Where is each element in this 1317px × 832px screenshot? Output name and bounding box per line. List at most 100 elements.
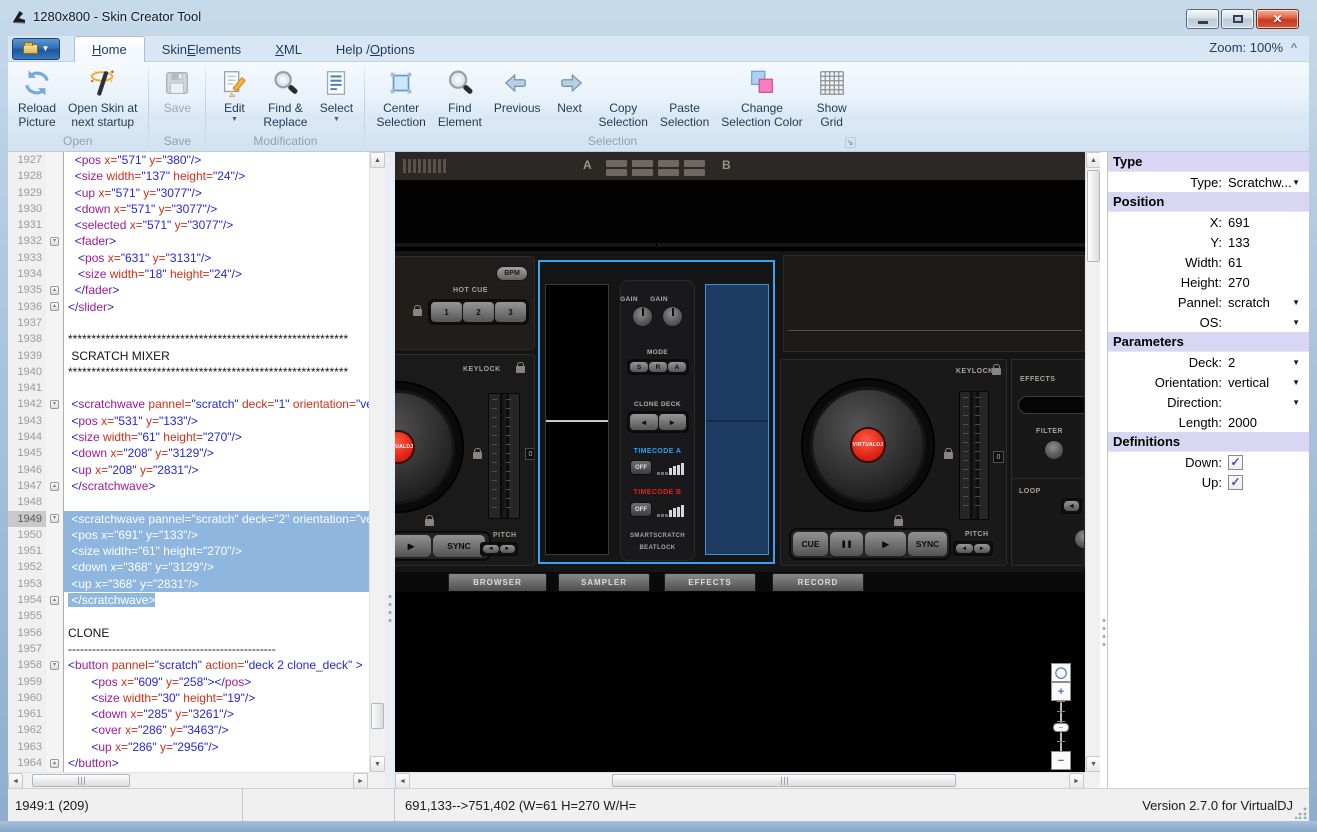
code-text[interactable]: <size width="61" height="270"/> [64, 543, 369, 560]
code-text[interactable]: <size width="18" height="24"/> [64, 266, 369, 282]
change-selection-color-button[interactable]: Change Selection Color [715, 64, 808, 129]
type-value[interactable]: Scratchw... [1228, 175, 1292, 190]
code-line[interactable]: 1928 <size width="137" height="24"/> [8, 168, 369, 185]
code-text[interactable]: <down x="571" y="3077"/> [64, 201, 369, 217]
editor-vertical-scrollbar[interactable]: ▲ ▼ [369, 152, 385, 772]
code-line[interactable]: 1940 ************************************… [8, 363, 369, 381]
center-selection-button[interactable]: Center Selection [370, 64, 431, 129]
code-text[interactable]: <size width="137" height="24"/> [64, 168, 369, 184]
tab-skin-elements[interactable]: Skin Elements [145, 36, 259, 62]
code-text[interactable] [64, 494, 369, 510]
code-text[interactable] [64, 315, 369, 331]
fold-marker-icon[interactable]: ▾ [50, 400, 59, 410]
code-text[interactable]: </scratchwave> [64, 592, 369, 608]
code-text[interactable]: <pos x="691" y="133"/> [64, 526, 369, 544]
editor-hscroll-thumb[interactable] [32, 774, 130, 787]
scroll-down-icon[interactable]: ▼ [1086, 756, 1101, 772]
fold-marker-icon[interactable]: ▴ [50, 595, 59, 605]
fold-marker-icon[interactable]: ▴ [50, 286, 59, 296]
fold-marker-icon[interactable]: ▴ [50, 481, 59, 491]
code-text[interactable]: <size width="61" height="270"/> [64, 429, 369, 445]
zoom-out-button[interactable]: − [1051, 751, 1071, 770]
code-line[interactable]: 1935 ▴ </fader> [8, 282, 369, 299]
minimize-button[interactable] [1186, 9, 1219, 29]
code-line[interactable]: 1950 <pos x="691" y="133"/> [8, 526, 369, 544]
scroll-left-icon[interactable]: ◄ [395, 773, 410, 789]
code-line[interactable]: 1955 [8, 608, 369, 625]
height-value[interactable]: 270 [1228, 275, 1250, 290]
code-text[interactable]: <down x="368" y="3129"/> [64, 559, 369, 576]
code-text[interactable]: <selected x="571" y="3077"/> [64, 217, 369, 233]
scroll-up-icon[interactable]: ▲ [1086, 152, 1101, 168]
select-button[interactable]: Select ▼ [313, 64, 359, 123]
down-checkbox[interactable]: ✓ [1228, 454, 1243, 470]
code-lines[interactable]: 1927 <pos x="571" y="380"/> 1928 <size wi… [8, 152, 369, 772]
code-text[interactable]: <fader> [64, 233, 369, 249]
code-line[interactable]: 1956 CLONE [8, 624, 369, 641]
tab-help-options[interactable]: Help / Options [319, 36, 432, 62]
code-text[interactable]: SCRATCH MIXER [64, 348, 369, 364]
code-line[interactable]: 1951 <size width="61" height="270"/> [8, 543, 369, 560]
code-text[interactable]: <down x="285" y="3261"/> [64, 706, 369, 722]
code-text[interactable]: <scratchwave pannel="scratch" deck="1" o… [64, 396, 369, 412]
code-text[interactable]: <up x="571" y="3077"/> [64, 185, 369, 201]
find-element-button[interactable]: Find Element [432, 64, 488, 129]
scroll-right-icon[interactable]: ► [1069, 773, 1084, 789]
fold-marker-icon[interactable]: ▾ [50, 660, 59, 670]
code-text[interactable]: </fader> [64, 282, 369, 298]
code-line[interactable]: 1934 <size width="18" height="24"/> [8, 266, 369, 283]
code-line[interactable]: 1937 [8, 314, 369, 332]
skin-preview-canvas[interactable]: A B BPM HOT CUE 1 2 3 KEYLOCK UALDJ 0 ▶ … [395, 152, 1085, 772]
code-line[interactable]: 1939 SCRATCH MIXER [8, 347, 369, 364]
code-line[interactable]: 1960 <size width="30" height="19"/> [8, 689, 369, 707]
pannel-value[interactable]: scratch [1228, 295, 1270, 310]
scroll-down-icon[interactable]: ▼ [370, 756, 385, 772]
chevron-down-icon[interactable]: ▼ [1292, 398, 1300, 407]
code-line[interactable]: 1952 <down x="368" y="3129"/> [8, 559, 369, 576]
copy-selection-button[interactable]: Copy Selection [593, 64, 654, 129]
fold-marker-icon[interactable]: ▾ [50, 514, 59, 524]
code-text[interactable]: ****************************************… [64, 331, 369, 347]
code-text[interactable]: <button pannel="scratch" action="deck 2 … [64, 657, 369, 673]
previous-button[interactable]: Previous [488, 64, 547, 115]
scroll-left-icon[interactable]: ◄ [8, 773, 23, 789]
editor-preview-splitter[interactable] [385, 152, 395, 788]
code-line[interactable]: 1957 ------------------------------------… [8, 640, 369, 658]
code-text[interactable]: </slider> [64, 299, 369, 315]
code-text[interactable]: <pos x="631" y="3131"/> [64, 250, 369, 266]
code-line[interactable]: 1961 <down x="285" y="3261"/> [8, 706, 369, 723]
code-text[interactable]: <pos x="531" y="133"/> [64, 413, 369, 429]
code-text[interactable]: CLONE [64, 625, 369, 641]
close-button[interactable]: ✕ [1256, 9, 1299, 29]
code-line[interactable]: 1938 ************************************… [8, 331, 369, 348]
xml-editor[interactable]: 1927 <pos x="571" y="380"/> 1928 <size wi… [8, 152, 385, 789]
chevron-down-icon[interactable]: ▼ [1292, 378, 1300, 387]
code-line[interactable]: 1947 ▴ </scratchwave> [8, 477, 369, 495]
zoom-reset-button[interactable]: ◯ [1051, 663, 1071, 682]
editor-horizontal-scrollbar[interactable]: ◄ ► [8, 772, 369, 789]
zoom-level-label[interactable]: Zoom: 100% [1209, 40, 1283, 55]
preview-vertical-scrollbar[interactable]: ▲ ▼ [1085, 152, 1101, 772]
selection-dialog-launcher[interactable]: ⇘ [844, 137, 856, 148]
preview-properties-splitter[interactable] [1100, 152, 1107, 788]
code-line[interactable]: 1945 <down x="208" y="3129"/> [8, 445, 369, 462]
preview-hscroll-thumb[interactable] [612, 774, 956, 787]
code-text[interactable] [64, 608, 369, 624]
code-text[interactable]: <down x="208" y="3129"/> [64, 445, 369, 461]
code-line[interactable]: 1964 ▴ </button> [8, 754, 369, 772]
paste-selection-button[interactable]: Paste Selection [654, 64, 715, 129]
find-replace-button[interactable]: Find & Replace [257, 64, 313, 129]
reload-picture-button[interactable]: Reload Picture [12, 64, 62, 129]
code-text[interactable]: <scratchwave pannel="scratch" deck="2" o… [64, 510, 369, 527]
selection-outline[interactable] [538, 260, 775, 564]
code-text[interactable]: <up x="286" y="2956"/> [64, 739, 369, 755]
code-line[interactable]: 1932 ▾ <fader> [8, 233, 369, 250]
code-text[interactable]: <up x="208" y="2831"/> [64, 462, 369, 478]
code-line[interactable]: 1941 [8, 380, 369, 397]
chevron-down-icon[interactable]: ▼ [1292, 318, 1300, 327]
code-line[interactable]: 1933 <pos x="631" y="3131"/> [8, 249, 369, 267]
code-text[interactable]: <up x="368" y="2831"/> [64, 575, 369, 593]
zoom-slider-thumb[interactable]: − [1053, 723, 1069, 732]
app-menu-button[interactable]: ▼ [12, 38, 60, 60]
open-skin-at-next-startup-button[interactable]: Open Skin at next startup [62, 64, 143, 129]
